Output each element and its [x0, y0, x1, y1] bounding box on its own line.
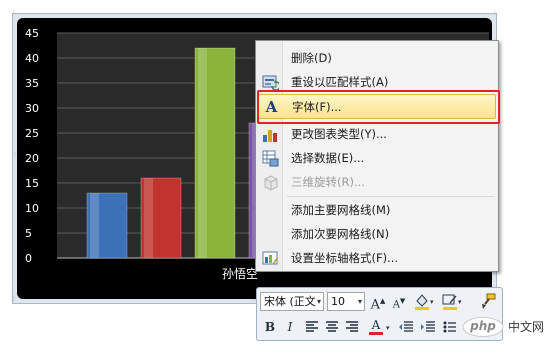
menu-item-delete[interactable]: 删除(D) — [258, 46, 496, 71]
chart-type-icon — [263, 130, 277, 142]
grow-font-label: A — [370, 297, 380, 313]
chevron-down-icon: ▾ — [357, 297, 362, 306]
y-tick-label: 0 — [25, 252, 32, 265]
font-color-label: A — [371, 318, 381, 332]
font-name-value: 宋体 (正文 — [264, 295, 316, 308]
watermark-text: 中文网 — [508, 320, 545, 334]
font-size-value: 10 — [331, 295, 345, 308]
menu-item-label: 添加次要网格线(N) — [291, 227, 390, 241]
fill-color-icon[interactable] — [413, 292, 431, 310]
highlight-outline — [257, 90, 500, 124]
menu-item-change-chart-type[interactable]: 更改图表类型(Y)... — [258, 122, 496, 147]
shrink-font-button[interactable]: A▼ — [390, 292, 408, 310]
y-tick-label: 40 — [25, 52, 39, 65]
bar-shine — [144, 178, 153, 258]
align-left-icon[interactable] — [303, 318, 321, 336]
format-axis-icon — [262, 251, 278, 265]
menu-item-label: 添加主要网格线(M) — [291, 203, 391, 217]
y-tick-label: 35 — [25, 77, 39, 90]
menu-item-3d-rotation[interactable]: 三维旋转(R)... — [258, 170, 496, 195]
chevron-down-icon[interactable]: ▾ — [458, 298, 462, 306]
chevron-down-icon[interactable]: ▾ — [430, 298, 434, 306]
font-color-button[interactable]: A — [367, 316, 385, 335]
menu-item-add-major-gridlines[interactable]: 添加主要网格线(M) — [258, 198, 496, 223]
resize-handle-top-left[interactable]: ⋮ — [11, 10, 17, 16]
rotate-3d-icon — [264, 175, 278, 191]
menu-separator — [287, 196, 494, 197]
italic-label: I — [287, 320, 293, 334]
bold-button[interactable]: B — [261, 318, 279, 336]
bold-label: B — [264, 320, 276, 334]
decrease-indent-icon[interactable] — [397, 318, 415, 336]
y-tick-label: 45 — [25, 27, 39, 40]
grow-font-button[interactable]: A▲ — [369, 292, 387, 313]
font-color-swatch — [369, 332, 383, 335]
x-category-label: 孙悟空 — [222, 266, 258, 281]
align-center-icon[interactable] — [323, 318, 341, 336]
bar-shine — [198, 48, 207, 258]
context-menu: 删除(D) 重设以匹配样式(A) A 字体(F)... 更改图表类型(Y)... — [255, 40, 499, 272]
menu-item-label: 设置坐标轴格式(F)... — [291, 251, 399, 265]
menu-item-label: 选择数据(E)... — [291, 151, 365, 165]
watermark: php 中文网 — [462, 316, 554, 338]
outline-color-icon[interactable] — [441, 292, 459, 310]
php-logo: php — [462, 317, 504, 337]
format-painter-icon[interactable] — [479, 292, 497, 310]
font-name-box[interactable]: 宋体 (正文 ▾ — [260, 292, 324, 311]
shrink-font-label: A — [392, 299, 400, 311]
menu-item-add-minor-gridlines[interactable]: 添加次要网格线(N) — [258, 222, 496, 247]
php-logo-text: php — [470, 319, 496, 333]
y-tick-label: 25 — [25, 127, 39, 140]
y-tick-label: 15 — [25, 177, 39, 190]
menu-item-select-data[interactable]: 选择数据(E)... — [258, 146, 496, 171]
menu-item-format-axis[interactable]: 设置坐标轴格式(F)... — [258, 246, 496, 271]
y-tick-label: 5 — [25, 227, 32, 240]
y-tick-label: 20 — [25, 152, 39, 165]
select-data-icon — [262, 150, 279, 167]
reset-style-icon — [262, 75, 279, 91]
y-tick-label: 10 — [25, 202, 39, 215]
bar-shine — [90, 193, 99, 258]
chevron-down-icon[interactable]: ▾ — [386, 324, 390, 332]
resize-handle-top-right[interactable]: ⋮ — [492, 10, 498, 16]
menu-item-label: 删除(D) — [291, 51, 332, 65]
align-right-icon[interactable] — [343, 318, 361, 336]
font-size-box[interactable]: 10 ▾ — [327, 292, 365, 311]
bullets-icon[interactable] — [441, 318, 459, 336]
menu-item-label: 更改图表类型(Y)... — [291, 127, 387, 141]
y-tick-label: 30 — [25, 102, 39, 115]
italic-button[interactable]: I — [281, 318, 299, 336]
chevron-down-icon: ▾ — [316, 297, 321, 306]
menu-item-label: 三维旋转(R)... — [291, 175, 365, 189]
increase-indent-icon[interactable] — [419, 318, 437, 336]
